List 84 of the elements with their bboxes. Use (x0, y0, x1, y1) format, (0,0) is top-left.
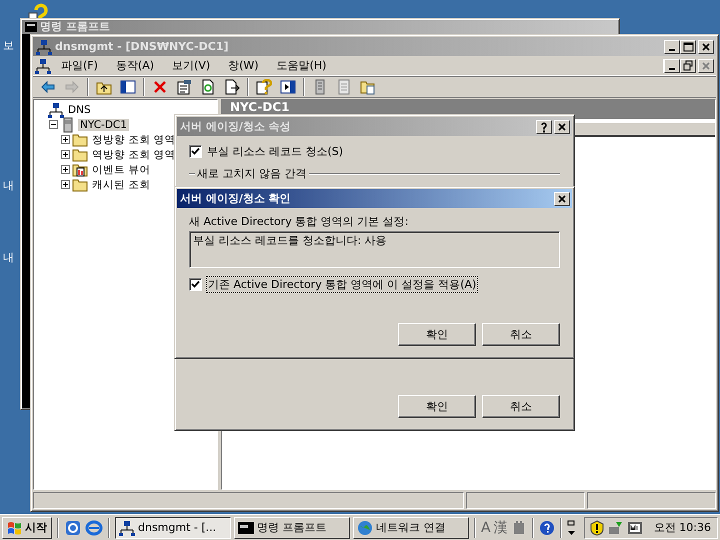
expand-toggle-icon[interactable] (61, 165, 70, 174)
expand-toggle-icon[interactable] (61, 180, 70, 189)
taskbar-button[interactable]: 네트워크 연결 (353, 516, 469, 538)
minimize-icon (669, 68, 675, 70)
window-title: dnsmgmt - [DNS₩NYC-DC1] (55, 40, 230, 53)
tree-item[interactable]: 정방향 조회 영역 (90, 132, 178, 146)
pane-icon (120, 79, 136, 95)
pane-icon (280, 79, 296, 95)
tree-item[interactable]: NYC-DC1 (78, 118, 129, 130)
checkbox[interactable] (189, 145, 202, 158)
menu-item[interactable]: 파일(F) (53, 57, 106, 74)
minimize-button[interactable] (664, 40, 680, 54)
dialog-button[interactable]: 확인 (398, 323, 476, 346)
start-button[interactable]: 시작 (2, 516, 52, 538)
dialog-button[interactable]: 확인 (398, 395, 476, 418)
tree-item[interactable]: 이벤트 뷰어 (90, 162, 152, 176)
maximize-button[interactable] (680, 40, 696, 54)
folder-icon (72, 176, 88, 192)
dialog-button[interactable]: 취소 (482, 323, 560, 346)
checkbox-label[interactable]: 부실 리소스 레코드 청소(S) (207, 144, 344, 159)
window-title: 명령 프롬프트 (40, 21, 111, 33)
event-log-icon (72, 162, 88, 178)
dialog-title: 서버 에이징/청소 확인 (180, 191, 292, 206)
minimize-button[interactable] (664, 58, 680, 72)
group-label: 새로 고치지 않음 간격 (195, 166, 308, 181)
close-button[interactable] (698, 40, 714, 54)
tree-item[interactable]: 캐시된 조회 (90, 178, 152, 192)
arrow-left-icon (40, 79, 56, 95)
taskbar-button[interactable]: 명령 프롬프트 (234, 516, 350, 538)
desktop-icon-label[interactable]: 내 (3, 180, 14, 192)
close-button[interactable] (698, 58, 714, 72)
menu-item[interactable]: 보기(V) (164, 57, 218, 74)
desktop-icon-label[interactable]: 보 (3, 40, 14, 52)
menu-item[interactable]: 창(W) (220, 57, 267, 74)
instruction-text: 새 Active Directory 통합 영역의 기본 설정: (189, 214, 410, 229)
network-icon (35, 58, 51, 74)
close-button[interactable] (554, 120, 570, 134)
taskbar-button[interactable]: dnsmgmt - [... (115, 516, 231, 538)
menu-item[interactable]: 도움말(H) (268, 57, 334, 74)
checkmark-icon (191, 147, 200, 156)
tree-item[interactable]: 역방향 조회 영역 (90, 148, 178, 162)
collapse-toggle-icon[interactable] (49, 120, 58, 129)
flag-icon (7, 520, 23, 534)
checkbox-label[interactable]: 기존 Active Directory 통합 영역에 이 설정을 적용(A) (207, 277, 478, 292)
arrow-right-icon (64, 79, 80, 95)
desktop-icon-label[interactable]: 내 (3, 252, 14, 264)
help-icon (256, 79, 272, 95)
network-icon (36, 38, 52, 54)
restore-icon (681, 60, 695, 72)
network-icon (119, 520, 135, 536)
language-mode-text[interactable]: 漢 (494, 518, 508, 536)
minimize-icon (669, 48, 675, 50)
document-icon (336, 79, 352, 95)
restore-button[interactable] (680, 58, 696, 72)
folder-icon (360, 79, 376, 95)
delete-icon (152, 79, 168, 95)
language-mode-text[interactable]: A (481, 520, 491, 536)
refresh-icon (200, 79, 216, 95)
network-icon (48, 102, 64, 118)
monitor-icon[interactable] (626, 520, 643, 536)
expand-toggle-icon[interactable] (61, 150, 70, 159)
close-button[interactable] (554, 192, 570, 206)
dialog-title: 서버 에이징/청소 속성 (180, 119, 292, 134)
export-icon (224, 79, 240, 95)
folder-icon (72, 132, 88, 148)
properties-icon (176, 79, 192, 95)
dialog-button[interactable]: 취소 (482, 395, 560, 418)
folder-icon (72, 146, 88, 162)
console-icon (25, 22, 37, 32)
globe-icon (357, 520, 373, 536)
help-icon[interactable] (538, 520, 555, 536)
caret-icon[interactable] (566, 520, 576, 536)
checkbox[interactable] (189, 278, 202, 291)
help-button[interactable] (536, 120, 552, 134)
console-icon (238, 520, 254, 536)
tree-item[interactable]: DNS (66, 104, 93, 116)
maximize-icon (681, 40, 695, 52)
expand-toggle-icon[interactable] (61, 135, 70, 144)
browser-icon[interactable] (85, 518, 103, 536)
clock-text: 오전 10:36 (654, 520, 711, 535)
checkmark-icon (191, 280, 200, 289)
summary-field: 부실 리소스 레코드를 청소합니다: 사용 (189, 231, 560, 268)
menu-item[interactable]: 동작(A) (108, 57, 162, 74)
shield-icon[interactable] (588, 520, 605, 536)
